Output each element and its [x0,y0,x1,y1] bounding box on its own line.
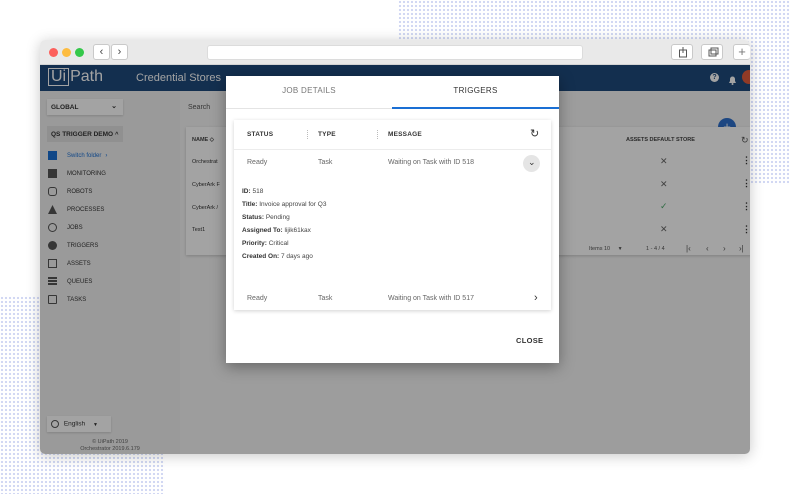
tab-triggers[interactable]: TRIGGERS [392,76,559,109]
detail-priority-label: Priority: [242,240,267,247]
trigger-type: Task [318,159,333,166]
detail-created: Created On: 7 days ago [242,250,326,263]
detail-priority: Priority: Critical [242,237,326,250]
forward-button[interactable]: › [111,44,128,60]
trigger-detail-panel: ID: 518 Title: Invoice approval for Q3 S… [242,185,326,263]
close-button[interactable]: CLOSE [516,336,543,345]
detail-id-label: ID: [242,188,251,195]
trigger-status: Ready [247,295,268,302]
back-button[interactable]: ‹ [93,44,110,60]
tabs-button[interactable] [701,44,723,60]
detail-status-value: Pending [265,214,290,221]
detail-assigned: Assigned To: lijik61kax [242,224,326,237]
share-button[interactable] [671,44,693,60]
trigger-status: Ready [247,159,268,166]
column-header-status[interactable]: STATUS [247,131,273,138]
detail-title: Title: Invoice approval for Q3 [242,198,326,211]
column-divider [307,130,308,139]
detail-status-label: Status: [242,214,265,221]
column-header-message[interactable]: MESSAGE [388,131,422,138]
trigger-message: Waiting on Task with ID 517 [388,295,474,302]
address-bar[interactable] [207,45,583,60]
detail-title-label: Title: [242,201,258,208]
minimize-window-button[interactable] [62,48,71,57]
detail-id-value: 518 [252,188,264,195]
column-header-type[interactable]: TYPE [318,131,336,138]
collapse-row-button[interactable]: ⌄ [523,155,540,172]
detail-id: ID: 518 [242,185,326,198]
detail-created-label: Created On: [242,253,280,260]
detail-assigned-value: lijik61kax [284,227,311,234]
job-triggers-dialog: JOB DETAILS TRIGGERS STATUS TYPE MESSAGE… [226,76,559,363]
trigger-row[interactable]: Ready Task Waiting on Task with ID 518 ⌄ [234,149,551,176]
tab-job-details[interactable]: JOB DETAILS [226,76,392,109]
trigger-row[interactable]: Ready Task Waiting on Task with ID 517 › [234,286,551,313]
detail-priority-value: Critical [268,240,289,247]
detail-title-value: Invoice approval for Q3 [259,201,327,208]
trigger-type: Task [318,295,333,302]
refresh-icon[interactable]: ↻ [530,127,539,140]
chevron-right-icon[interactable]: › [534,292,538,304]
detail-status: Status: Pending [242,211,326,224]
trigger-message: Waiting on Task with ID 518 [388,159,474,166]
triggers-table: STATUS TYPE MESSAGE ↻ Ready Task Waiting… [234,120,551,310]
browser-toolbar: ‹ › + [40,40,750,65]
browser-window: ‹ › + Ui Path Credential Stores ? GLOBAL… [40,40,750,454]
detail-created-value: 7 days ago [281,253,313,260]
close-window-button[interactable] [49,48,58,57]
detail-assigned-label: Assigned To: [242,227,283,234]
chevron-down-icon: ⌄ [528,157,536,167]
column-divider [377,130,378,139]
new-tab-button[interactable]: + [733,44,750,60]
maximize-window-button[interactable] [75,48,84,57]
